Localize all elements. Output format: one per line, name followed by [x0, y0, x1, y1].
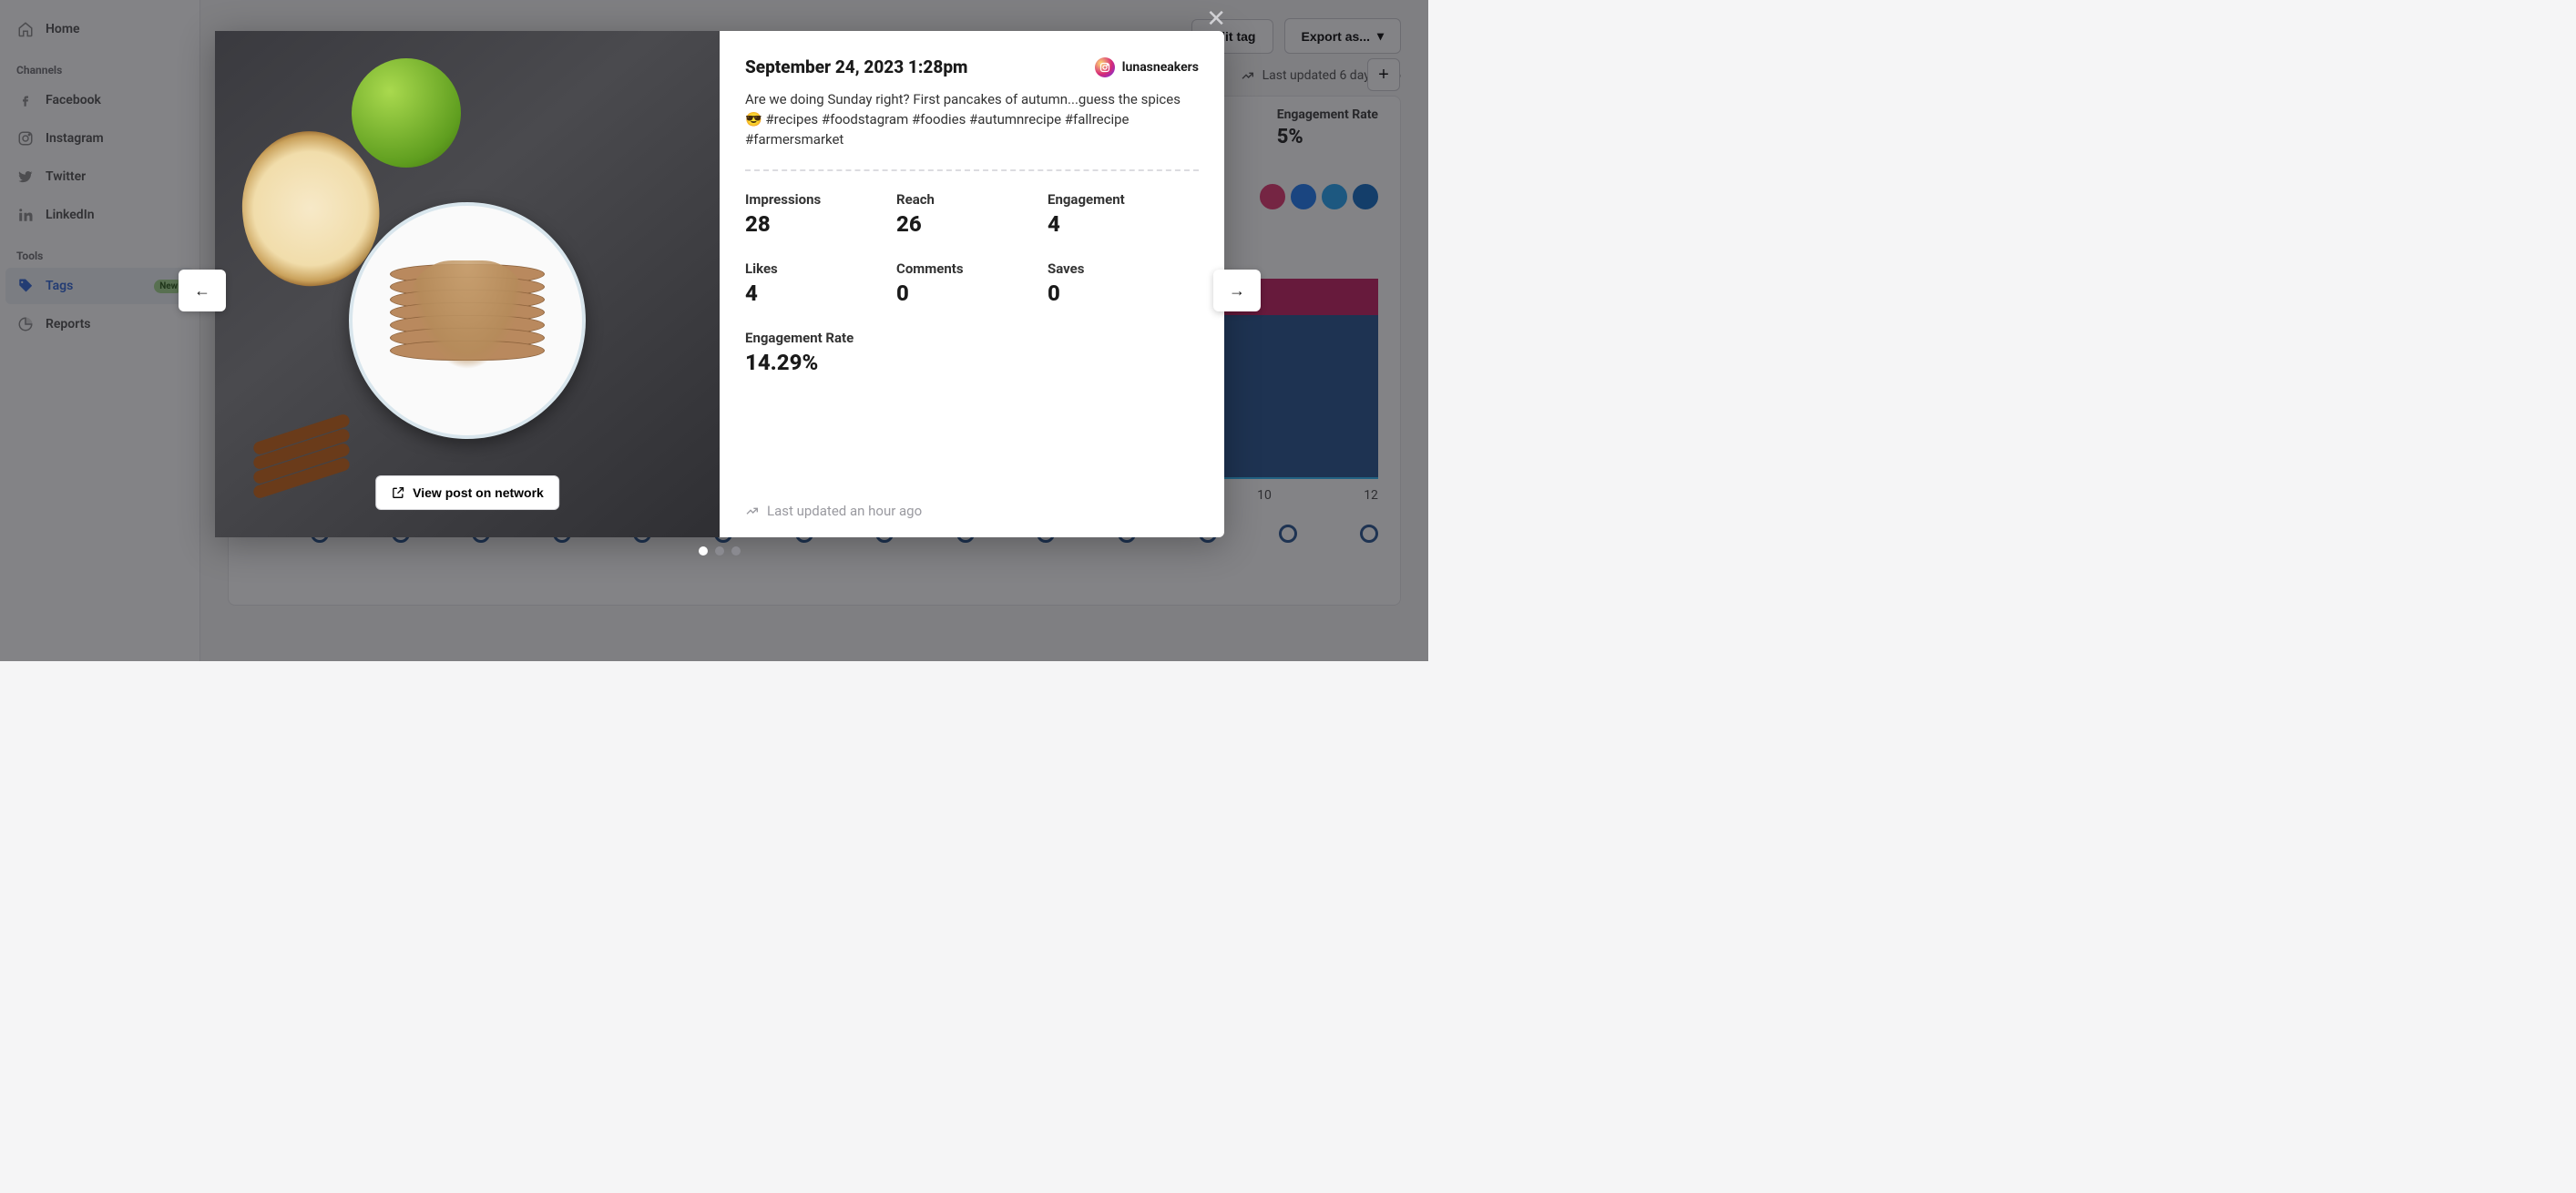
arrow-right-icon: →: [1229, 281, 1245, 301]
account-name: lunasneakers: [1122, 60, 1199, 75]
stat-label: Impressions: [745, 191, 896, 208]
button-label: View post on network: [413, 485, 544, 500]
post-detail-modal: View post on network September 24, 2023 …: [215, 31, 1224, 537]
stat-value: 26: [896, 211, 1048, 237]
decor-plate: [349, 202, 586, 439]
stat-label: Saves: [1048, 260, 1199, 277]
post-info: September 24, 2023 1:28pm lunasneakers A…: [720, 31, 1224, 537]
modal-last-updated: Last updated an hour ago: [745, 503, 1199, 519]
instagram-icon: [1095, 57, 1115, 77]
carousel-dot[interactable]: [731, 546, 741, 556]
next-post-button[interactable]: →: [1213, 270, 1261, 311]
decor-pancake-stack: [390, 271, 545, 361]
stat-label: Comments: [896, 260, 1048, 277]
stat-value: 14.29%: [745, 350, 896, 375]
carousel-dot[interactable]: [715, 546, 724, 556]
stat-saves: Saves 0: [1048, 260, 1199, 306]
stat-label: Engagement: [1048, 191, 1199, 208]
decor-cinnamon: [251, 428, 352, 501]
external-link-icon: [391, 485, 405, 500]
stat-label: Reach: [896, 191, 1048, 208]
close-icon[interactable]: ✕: [1206, 5, 1226, 33]
stat-label: Likes: [745, 260, 896, 277]
post-date: September 24, 2023 1:28pm: [745, 56, 967, 77]
stat-engagement-rate: Engagement Rate 14.29%: [745, 330, 896, 375]
stat-value: 0: [1048, 280, 1199, 306]
stat-engagement: Engagement 4: [1048, 191, 1199, 237]
post-caption: Are we doing Sunday right? First pancake…: [745, 90, 1199, 149]
stat-value: 4: [745, 280, 896, 306]
last-updated-text: Last updated an hour ago: [767, 503, 922, 519]
stat-reach: Reach 26: [896, 191, 1048, 237]
carousel-dots: [699, 546, 741, 556]
stats-grid: Impressions 28 Reach 26 Engagement 4 Lik…: [745, 191, 1199, 375]
stat-impressions: Impressions 28: [745, 191, 896, 237]
carousel-dot[interactable]: [699, 546, 708, 556]
stat-value: 0: [896, 280, 1048, 306]
decor-apple-green: [352, 58, 461, 168]
separator: [745, 169, 1199, 171]
stat-likes: Likes 4: [745, 260, 896, 306]
arrow-left-icon: ←: [194, 281, 210, 301]
stat-value: 28: [745, 211, 896, 237]
stat-value: 4: [1048, 211, 1199, 237]
post-account[interactable]: lunasneakers: [1095, 57, 1199, 77]
stat-comments: Comments 0: [896, 260, 1048, 306]
prev-post-button[interactable]: ←: [179, 270, 226, 311]
post-image: View post on network: [215, 31, 720, 537]
view-post-on-network-button[interactable]: View post on network: [375, 475, 559, 510]
trend-icon: [745, 504, 760, 518]
stat-label: Engagement Rate: [745, 330, 896, 346]
